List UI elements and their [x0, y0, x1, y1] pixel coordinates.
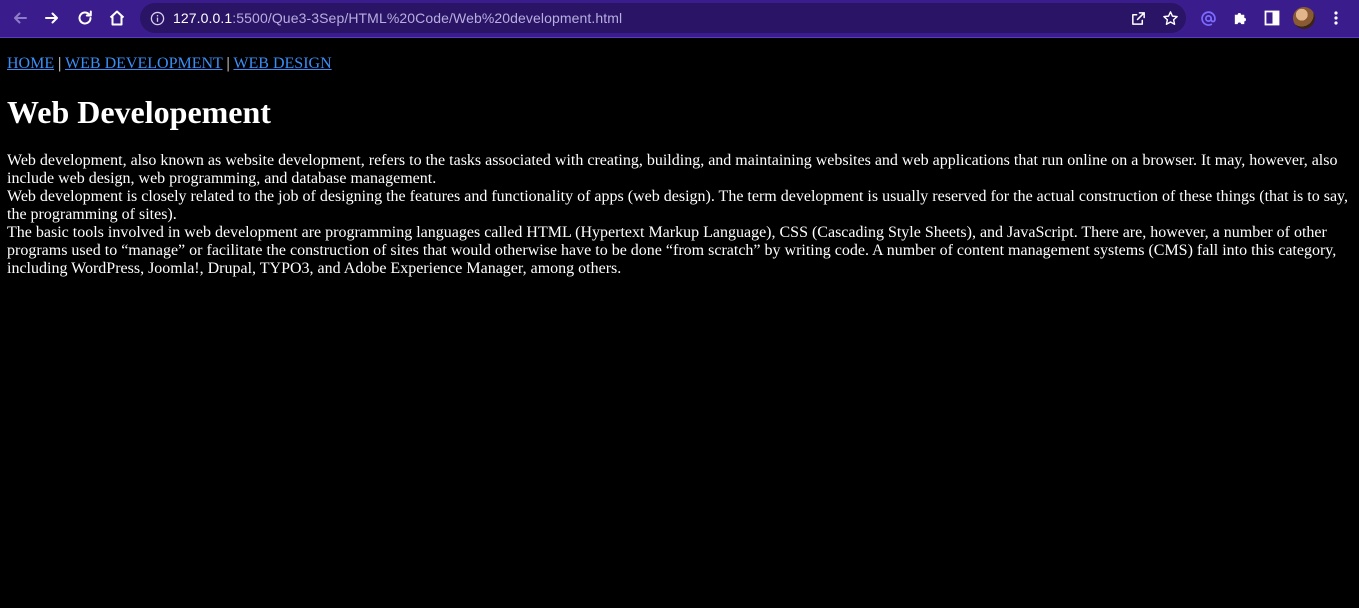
share-button[interactable] [1122, 3, 1154, 33]
menu-button[interactable] [1320, 2, 1352, 34]
nav-separator: | [54, 55, 66, 72]
paragraph-tools: The basic tools involved in web developm… [7, 224, 1337, 277]
home-icon [108, 9, 126, 27]
side-panel-icon [1264, 10, 1280, 26]
nav-link-web-design[interactable]: WEB DESIGN [233, 55, 331, 72]
back-button[interactable] [4, 2, 36, 34]
side-panel-button[interactable] [1256, 2, 1288, 34]
page-title: Web Developement [7, 94, 271, 130]
address-bar[interactable]: 127.0.0.1:5500/Que3-3Sep/HTML%20Code/Web… [140, 3, 1186, 33]
forward-button[interactable] [36, 2, 68, 34]
article-body: Web development, also known as website d… [7, 152, 1352, 278]
url-path: :5500/Que3-3Sep/HTML%20Code/Web%20develo… [232, 10, 623, 26]
puzzle-icon [1232, 10, 1249, 27]
top-nav: HOME | WEB DEVELOPMENT | WEB DESIGN [7, 54, 1352, 73]
url-host: 127.0.0.1 [173, 10, 233, 26]
info-icon[interactable] [149, 10, 165, 26]
nav-separator: | [222, 55, 234, 72]
paragraph-intro: Web development, also known as website d… [7, 152, 1338, 187]
extension-at-icon [1200, 10, 1217, 27]
profile-button[interactable] [1288, 2, 1320, 34]
page-content: HOME | WEB DEVELOPMENT | WEB DESIGN Web … [0, 39, 1359, 608]
reload-icon [76, 9, 94, 27]
browser-toolbar: 127.0.0.1:5500/Que3-3Sep/HTML%20Code/Web… [0, 0, 1359, 38]
extensions-area [1192, 2, 1352, 34]
forward-arrow-icon [43, 9, 61, 27]
star-icon [1162, 10, 1179, 27]
extension-button[interactable] [1192, 2, 1224, 34]
home-button[interactable] [101, 2, 133, 34]
extensions-menu-button[interactable] [1224, 2, 1256, 34]
reload-button[interactable] [69, 2, 101, 34]
back-arrow-icon [11, 9, 29, 27]
nav-link-home[interactable]: HOME [7, 55, 54, 72]
avatar [1293, 7, 1315, 29]
paragraph-design: Web development is closely related to th… [7, 188, 1349, 223]
share-icon [1130, 10, 1147, 27]
url-text[interactable]: 127.0.0.1:5500/Que3-3Sep/HTML%20Code/Web… [173, 10, 622, 26]
bookmark-button[interactable] [1154, 3, 1186, 33]
nav-link-web-development[interactable]: WEB DEVELOPMENT [65, 55, 222, 72]
kebab-menu-icon [1328, 10, 1344, 26]
